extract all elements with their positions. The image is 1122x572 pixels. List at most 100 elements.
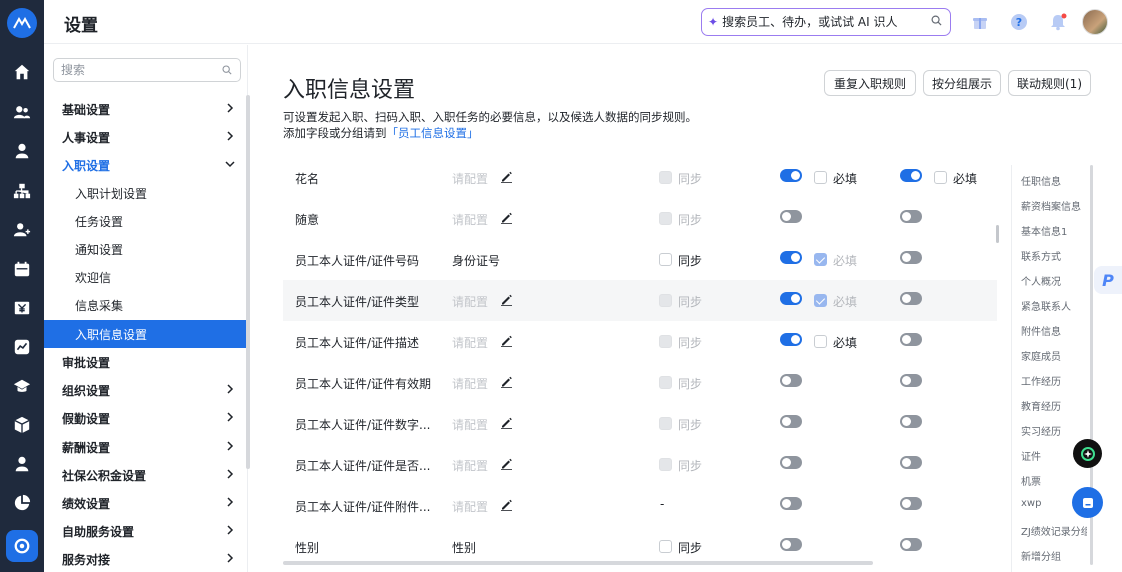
table-vertical-scrollbar[interactable] [996,225,999,243]
global-search-input[interactable] [722,15,928,29]
group-view-button[interactable]: 按分组展示 [923,70,1001,96]
sidebar-item-social-security[interactable]: 社保公积金设置 [44,461,247,489]
help-icon[interactable]: ? [1009,12,1029,32]
config-placeholder[interactable]: 请配置 [452,170,488,187]
group-anchor-item[interactable]: 紧急联系人 [1021,298,1087,313]
candidate-enable-toggle[interactable] [900,538,922,551]
field-enable-toggle[interactable] [780,538,802,551]
search-icon[interactable] [931,15,942,26]
config-placeholder[interactable]: 请配置 [452,293,488,310]
pie-chart-icon[interactable] [12,493,32,513]
group-anchor-item[interactable]: ZJ绩效记录分组 [1021,523,1087,538]
table-horizontal-scrollbar[interactable] [283,561,873,565]
sidebar-item-welcome[interactable]: 欢迎信 [44,263,247,291]
group-anchor-item[interactable]: 实习经历 [1021,423,1087,438]
required-checkbox[interactable] [814,335,827,348]
group-anchor-item[interactable]: 工作经历 [1021,373,1087,388]
config-placeholder[interactable]: 请配置 [452,211,488,228]
sidebar-item-onboarding[interactable]: 入职设置 [44,151,247,179]
graduation-icon[interactable] [12,376,32,396]
sidebar-item-task[interactable]: 任务设置 [44,207,247,235]
linkage-rules-button[interactable]: 联动规则(1) [1008,70,1091,96]
money-icon[interactable] [12,298,32,318]
group-anchor-item[interactable]: 基本信息1 [1021,223,1087,238]
home-icon[interactable] [12,62,32,82]
people-icon[interactable] [12,102,32,122]
settings-icon[interactable] [6,530,38,562]
field-enable-toggle[interactable] [780,251,802,264]
calendar-icon[interactable] [12,259,32,279]
edit-pen-icon[interactable] [500,498,513,511]
edit-pen-icon[interactable] [500,457,513,470]
config-placeholder[interactable]: 请配置 [452,334,488,351]
field-enable-toggle[interactable] [780,169,802,182]
group-anchor-item[interactable]: 附件信息 [1021,323,1087,338]
edit-pen-icon[interactable] [500,211,513,224]
candidate-enable-toggle[interactable] [900,251,922,264]
notification-bell-icon[interactable] [1048,12,1068,32]
config-placeholder[interactable]: 请配置 [452,498,488,515]
group-anchor-item[interactable]: 个人概况 [1021,273,1087,288]
sidebar-item-integration[interactable]: 服务对接 [44,545,247,572]
group-anchor-item[interactable]: 薪资档案信息 [1021,198,1087,213]
group-anchor-item[interactable]: 教育经历 [1021,398,1087,413]
sidebar-item-payroll[interactable]: 薪酬设置 [44,433,247,461]
candidate-enable-toggle[interactable] [900,497,922,510]
config-placeholder[interactable]: 请配置 [452,375,488,392]
global-search[interactable]: ✦ [701,8,951,36]
config-placeholder[interactable]: 请配置 [452,457,488,474]
field-enable-toggle[interactable] [780,497,802,510]
cube-icon[interactable] [12,415,32,435]
candidate-enable-toggle[interactable] [900,415,922,428]
candidate-enable-toggle[interactable] [900,456,922,469]
chat-support-icon[interactable] [1072,487,1103,518]
group-anchor-item[interactable]: 家庭成员 [1021,348,1087,363]
group-anchor-item[interactable]: 新增分组 [1021,548,1087,563]
edit-pen-icon[interactable] [500,416,513,429]
edit-pen-icon[interactable] [500,334,513,347]
sidebar-item-performance[interactable]: 绩效设置 [44,489,247,517]
candidate-enable-toggle[interactable] [900,333,922,346]
field-enable-toggle[interactable] [780,292,802,305]
gift-icon[interactable] [970,12,990,32]
ai-assistant-icon[interactable] [1073,439,1102,468]
field-enable-toggle[interactable] [780,456,802,469]
group-anchor-item[interactable]: 机票 [1021,473,1087,488]
candidate-enable-toggle[interactable] [900,169,922,182]
sidebar-item-self-service[interactable]: 自助服务设置 [44,517,247,545]
candidate-enable-toggle[interactable] [900,292,922,305]
person-plus-icon[interactable] [12,220,32,240]
chart-box-icon[interactable] [12,337,32,357]
sync-checkbox[interactable] [659,253,672,266]
person-solid-icon[interactable] [12,454,32,474]
edit-pen-icon[interactable] [500,170,513,183]
reset-rules-button[interactable]: 重复入职规则 [824,70,916,96]
group-anchor-item[interactable]: 联系方式 [1021,248,1087,263]
edit-pen-icon[interactable] [500,293,513,306]
sidebar-search-input[interactable] [54,59,214,81]
sidebar-item-onboarding-plan[interactable]: 入职计划设置 [44,179,247,207]
field-enable-toggle[interactable] [780,210,802,223]
edit-pen-icon[interactable] [500,375,513,388]
sidebar-item-org[interactable]: 组织设置 [44,376,247,404]
app-logo-icon[interactable] [7,8,37,38]
person-icon[interactable] [12,141,32,161]
sidebar-item-notification[interactable]: 通知设置 [44,235,247,263]
field-enable-toggle[interactable] [780,415,802,428]
user-avatar[interactable] [1082,9,1108,35]
sidebar-item-basic[interactable]: 基础设置 [44,95,247,123]
candidate-required-checkbox[interactable] [934,171,947,184]
candidate-enable-toggle[interactable] [900,374,922,387]
employee-info-settings-link[interactable]: 「员工信息设置」 [387,126,479,140]
sidebar-item-approval[interactable]: 审批设置 [44,348,247,376]
sidebar-item-info-collect[interactable]: 信息采集 [44,291,247,319]
candidate-enable-toggle[interactable] [900,210,922,223]
config-placeholder[interactable]: 请配置 [452,416,488,433]
sidebar-item-onboarding-info[interactable]: 入职信息设置 [44,320,247,348]
p-plugin-icon[interactable]: P [1094,266,1122,294]
field-enable-toggle[interactable] [780,374,802,387]
sidebar-item-hr[interactable]: 人事设置 [44,123,247,151]
group-anchor-item[interactable]: 任职信息 [1021,173,1087,188]
field-enable-toggle[interactable] [780,333,802,346]
required-checkbox[interactable] [814,171,827,184]
